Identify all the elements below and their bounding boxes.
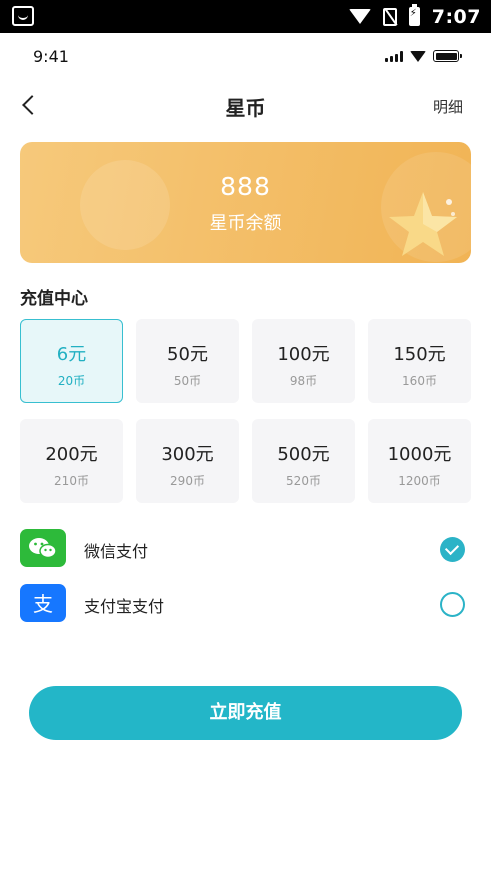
recharge-option[interactable]: 100元 98币 [252,319,355,403]
status-icons [385,50,462,62]
option-coins: 160币 [402,374,437,388]
recharge-option[interactable]: 200元 210币 [20,419,123,503]
battery-charging-icon [408,4,420,26]
option-coins: 520币 [286,474,321,488]
details-link[interactable]: 明细 [433,96,463,117]
option-price: 300元 [161,444,214,465]
option-coins: 210币 [54,474,89,488]
payment-option-alipay[interactable]: 支 支付宝支付 [20,584,471,624]
recharge-option[interactable]: 1000元 1200币 [368,419,471,503]
option-price: 50元 [167,344,208,365]
system-time: 7:07 [431,5,481,28]
recharge-option[interactable]: 500元 520币 [252,419,355,503]
page-title: 星币 [225,96,266,120]
option-coins: 98币 [289,374,318,388]
option-coins: 20币 [57,374,86,388]
radio-checked-icon[interactable] [440,537,465,562]
svg-text:支: 支 [33,592,53,616]
recharge-option[interactable]: 6元 20币 [20,319,123,403]
wifi-icon [410,50,426,62]
no-sim-icon [382,7,397,26]
recharge-options: 6元 20币 50元 50币 100元 98币 150元 160币 200元 2… [20,319,472,503]
shopping-bag-icon [12,6,34,26]
nav-bar: 星币 明细 [0,80,491,130]
section-title: 充值中心 [20,289,88,309]
option-price: 1000元 [387,444,452,465]
status-bar: 9:41 [0,33,491,79]
screen: 7:07 9:41 星币 明细 888 星币余额 充值中心 [0,0,491,874]
signal-icon [385,50,403,62]
wechat-icon [20,529,66,567]
option-coins: 1200币 [398,474,441,488]
system-status-icons: 7:07 [348,0,481,33]
option-coins: 50币 [173,374,202,388]
balance-label: 星币余额 [209,213,282,234]
balance-card: 888 星币余额 [20,142,471,263]
alipay-icon: 支 [20,584,66,622]
recharge-option[interactable]: 50元 50币 [136,319,239,403]
recharge-option[interactable]: 150元 160币 [368,319,471,403]
option-price: 6元 [56,344,87,365]
status-time: 9:41 [33,47,69,66]
system-status-bar: 7:07 [0,0,491,33]
battery-icon [433,50,462,62]
balance-amount: 888 [220,172,271,201]
radio-unchecked-icon[interactable] [440,592,465,617]
option-coins: 290币 [170,474,205,488]
option-price: 100元 [277,344,330,365]
recharge-button[interactable]: 立即充值 [29,686,462,740]
wifi-icon [348,9,371,24]
recharge-option[interactable]: 300元 290币 [136,419,239,503]
option-price: 500元 [277,444,330,465]
option-price: 150元 [393,344,446,365]
option-price: 200元 [45,444,98,465]
payment-option-wechat[interactable]: 微信支付 [20,529,471,569]
payment-label: 支付宝支付 [84,597,165,616]
payment-label: 微信支付 [84,542,149,561]
